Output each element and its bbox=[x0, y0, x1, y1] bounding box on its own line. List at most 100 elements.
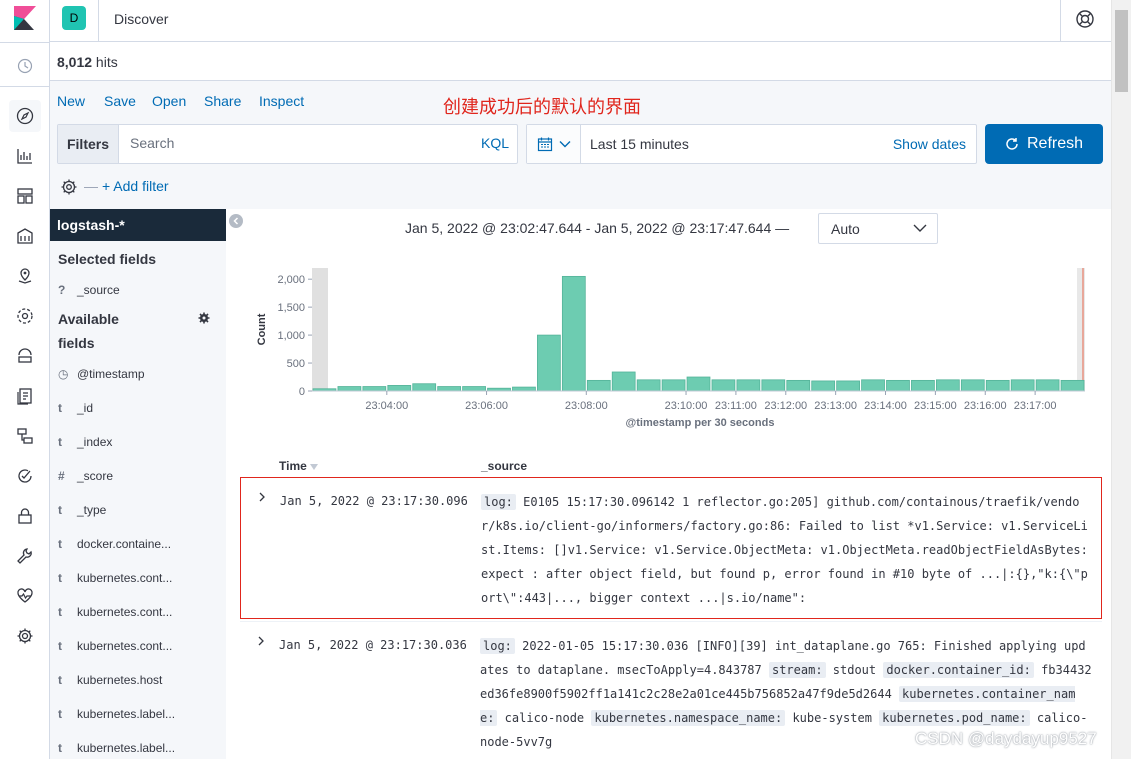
interval-value: Auto bbox=[831, 221, 860, 237]
available-field-item[interactable]: t _type bbox=[58, 503, 223, 523]
kibana-logo-icon[interactable] bbox=[14, 6, 36, 30]
available-field-item[interactable]: t kubernetes.label... bbox=[58, 741, 223, 761]
refresh-label: Refresh bbox=[1026, 135, 1084, 152]
machine-learning-icon[interactable] bbox=[15, 306, 35, 326]
save-link[interactable]: Save bbox=[104, 93, 136, 109]
expand-arrow-icon[interactable] bbox=[257, 492, 267, 502]
nav-divider bbox=[0, 42, 50, 43]
histogram-bar bbox=[861, 379, 885, 392]
available-field-item[interactable]: t kubernetes.cont... bbox=[58, 605, 223, 625]
logs-icon[interactable] bbox=[15, 386, 35, 406]
open-link[interactable]: Open bbox=[152, 93, 186, 109]
y-axis-label: Count bbox=[256, 313, 268, 345]
hits-bar: 8,012 hits bbox=[50, 43, 1111, 81]
field-name: docker.containe... bbox=[77, 537, 172, 551]
recently-viewed-icon[interactable] bbox=[15, 56, 35, 76]
x-tick-label: 23:10:00 bbox=[665, 400, 708, 412]
x-tick-label: 23:08:00 bbox=[565, 400, 608, 412]
histogram-bar bbox=[537, 334, 561, 392]
calendar-icon bbox=[537, 137, 552, 152]
quick-menu-button[interactable] bbox=[527, 125, 581, 163]
query-bar: Filters KQL bbox=[57, 124, 518, 164]
x-tick-label: 23:15:00 bbox=[914, 400, 957, 412]
field-type-icon: ◷ bbox=[58, 367, 69, 381]
page-scrollbar[interactable] bbox=[1111, 0, 1131, 759]
histogram-bar bbox=[661, 379, 686, 392]
watermark: CSDN @daydayup9527 bbox=[915, 729, 1097, 748]
dashboard-icon[interactable] bbox=[15, 186, 35, 206]
field-value: calico-node bbox=[497, 711, 592, 725]
inspect-link[interactable]: Inspect bbox=[259, 93, 304, 109]
available-field-item[interactable]: # _score bbox=[58, 469, 223, 489]
infrastructure-icon[interactable] bbox=[15, 346, 35, 366]
x-tick-label: 23:13:00 bbox=[814, 400, 857, 412]
discover-icon[interactable] bbox=[15, 106, 35, 126]
available-fields-title: fields bbox=[58, 335, 95, 351]
field-type-icon: t bbox=[58, 401, 62, 415]
hits-suffix: hits bbox=[92, 54, 118, 70]
histogram-bar bbox=[1035, 379, 1060, 392]
siem-lock-icon[interactable] bbox=[15, 506, 35, 526]
fields-settings-gear-icon[interactable] bbox=[198, 312, 210, 324]
available-field-item[interactable]: t kubernetes.cont... bbox=[58, 571, 223, 591]
selected-field-item[interactable]: ? _source bbox=[58, 283, 223, 303]
histogram-bar bbox=[686, 376, 711, 392]
available-field-item[interactable]: t _index bbox=[58, 435, 223, 455]
refresh-button[interactable]: Refresh bbox=[985, 124, 1103, 164]
dev-tools-icon[interactable] bbox=[15, 546, 35, 566]
interval-select[interactable]: Auto bbox=[818, 213, 938, 244]
field-name: _id bbox=[77, 401, 94, 415]
histogram-bar bbox=[437, 386, 462, 392]
header-divider bbox=[98, 0, 99, 42]
field-name: kubernetes.label... bbox=[77, 741, 176, 755]
date-range-value[interactable]: Last 15 minutes bbox=[590, 136, 689, 152]
time-column-header[interactable]: Time bbox=[279, 459, 319, 473]
available-field-item[interactable]: t _id bbox=[58, 401, 223, 421]
expand-arrow-icon[interactable] bbox=[256, 636, 266, 646]
histogram-bar bbox=[911, 379, 935, 392]
field-name: kubernetes.cont... bbox=[77, 571, 173, 585]
histogram-bar bbox=[811, 380, 836, 392]
space-avatar[interactable]: D bbox=[62, 6, 86, 30]
apm-icon[interactable] bbox=[15, 426, 35, 446]
show-dates-link[interactable]: Show dates bbox=[893, 136, 966, 152]
share-link[interactable]: Share bbox=[204, 93, 241, 109]
histogram-bar bbox=[337, 386, 362, 392]
maps-icon[interactable] bbox=[15, 266, 35, 286]
histogram-bar bbox=[960, 379, 985, 392]
add-filter-button[interactable]: + Add filter bbox=[102, 178, 169, 194]
scrollbar-thumb[interactable] bbox=[1115, 10, 1128, 92]
histogram-bar bbox=[935, 379, 960, 392]
filters-button[interactable]: Filters bbox=[58, 125, 119, 163]
field-type-icon: t bbox=[58, 741, 62, 755]
monitoring-icon[interactable] bbox=[15, 586, 35, 606]
field-type-icon: t bbox=[58, 707, 62, 721]
field-type-icon: # bbox=[58, 469, 65, 483]
sort-down-icon[interactable] bbox=[310, 464, 319, 470]
histogram-bar bbox=[761, 379, 786, 392]
histogram-bar bbox=[586, 379, 611, 392]
available-field-item[interactable]: t kubernetes.label... bbox=[58, 707, 223, 727]
field-name: _type bbox=[77, 503, 107, 517]
kql-toggle-button[interactable]: KQL bbox=[481, 135, 509, 151]
available-field-item[interactable]: t kubernetes.host bbox=[58, 673, 223, 693]
available-field-item[interactable]: t docker.containe... bbox=[58, 537, 223, 557]
search-input[interactable] bbox=[130, 135, 470, 151]
uptime-icon[interactable] bbox=[15, 466, 35, 486]
management-gear-icon[interactable] bbox=[15, 626, 35, 646]
collapse-sidebar-button[interactable] bbox=[229, 214, 243, 228]
new-link[interactable]: New bbox=[57, 93, 85, 109]
x-axis-label: @timestamp per 30 seconds bbox=[626, 417, 775, 429]
canvas-icon[interactable] bbox=[15, 226, 35, 246]
available-field-item[interactable]: t kubernetes.cont... bbox=[58, 639, 223, 659]
chart-edge-shade bbox=[1077, 268, 1085, 391]
field-key: log: bbox=[481, 494, 516, 510]
available-field-item[interactable]: ◷ @timestamp bbox=[58, 367, 223, 387]
available-fields-title: Available bbox=[58, 311, 119, 327]
help-lifebuoy-icon[interactable] bbox=[1075, 9, 1095, 29]
filter-settings-gear-icon[interactable] bbox=[60, 178, 78, 196]
field-name: kubernetes.label... bbox=[77, 707, 176, 721]
y-tick-label: 2,000 bbox=[277, 274, 305, 286]
visualize-icon[interactable] bbox=[15, 146, 35, 166]
index-pattern-selector[interactable]: logstash-* bbox=[50, 209, 226, 241]
